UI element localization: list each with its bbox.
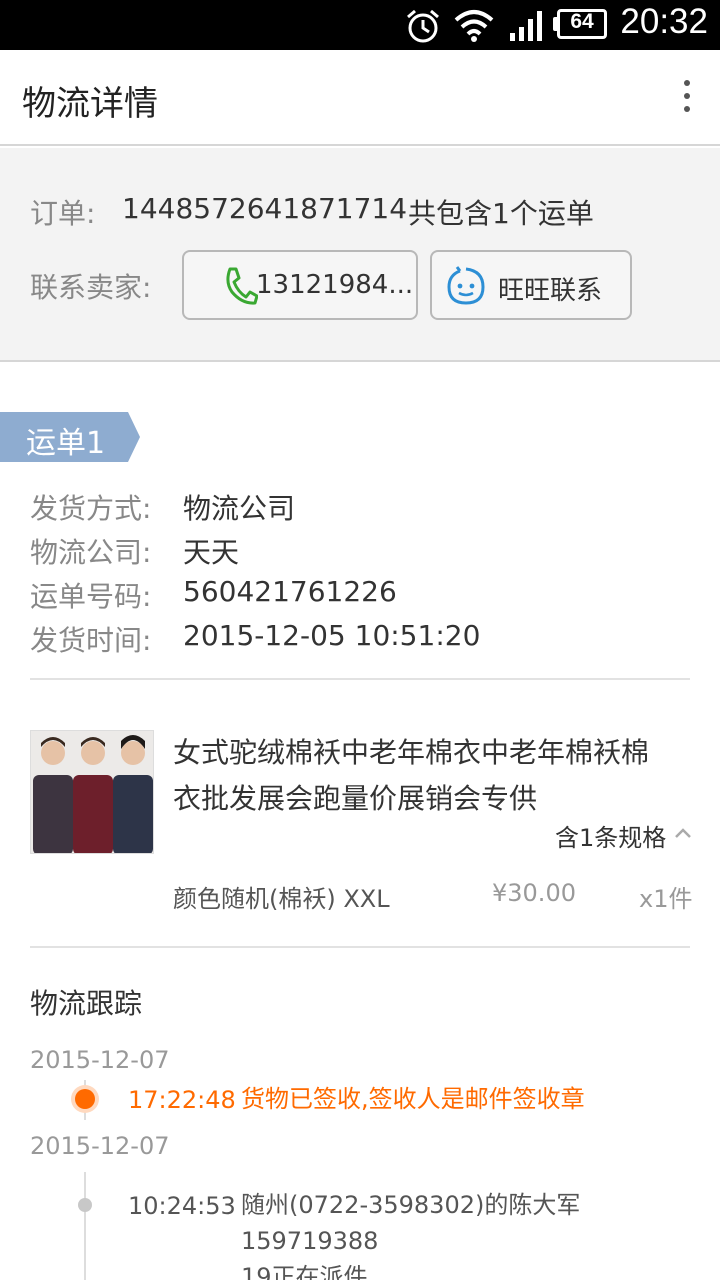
event-text-line1: 随州(0722-3598302)的陈大军159719388 [241, 1191, 581, 1255]
product-name[interactable]: 女式驼绒棉袄中老年棉衣中老年棉袄棉 衣批发展会跑量价展销会专供 [173, 730, 693, 822]
event-date: 2015-12-07 [30, 1132, 170, 1160]
shipping-method-label: 发货方式: [30, 492, 152, 525]
timeline-dot-active [75, 1089, 95, 1109]
tracking-title: 物流跟踪 [30, 987, 143, 1020]
chevron-up-icon[interactable] [674, 826, 692, 840]
phone-icon [226, 267, 258, 305]
status-bar: 64 20:32 [0, 0, 720, 50]
waybill-number-label: 运单号码: [30, 580, 152, 613]
divider [30, 946, 690, 948]
waybill-tag-label: 运单1 [26, 426, 106, 461]
event-text: 货物已签收,签收人是邮件签收章 [241, 1085, 585, 1113]
battery-level: 64 [570, 10, 594, 33]
waybill-number-value: 560421761226 [183, 575, 397, 608]
sku-quantity: x1件 [639, 885, 693, 913]
logistics-company-value: 天天 [183, 536, 240, 569]
alarm-clock-icon [407, 9, 439, 43]
app-header: 物流详情 [0, 50, 720, 146]
sku-price: ¥30.00 [492, 879, 576, 907]
order-label: 订单: [30, 197, 96, 230]
event-text: 随州(0722-3598302)的陈大军159719388 19正在派件 [241, 1187, 686, 1280]
more-vertical-icon[interactable] [680, 80, 694, 116]
call-seller-button[interactable]: 13121984... [182, 250, 418, 320]
product-name-line1: 女式驼绒棉袄中老年棉衣中老年棉袄棉 [173, 736, 650, 769]
ship-time-label: 发货时间: [30, 624, 152, 657]
spec-count[interactable]: 含1条规格 [555, 818, 666, 853]
product-photo [31, 731, 153, 853]
sku-spec: 颜色随机(棉袄) XXL [173, 885, 390, 913]
wangwang-label: 旺旺联系 [498, 276, 603, 306]
product-image[interactable] [30, 730, 154, 854]
waybill-count: 共包含1个运单 [408, 197, 594, 230]
wifi-icon [454, 10, 494, 42]
status-time: 20:32 [620, 2, 708, 41]
shipping-method-value: 物流公司 [183, 492, 296, 525]
waybill-tag-label-wrap: 运单1 [0, 412, 140, 462]
wangwang-contact-button[interactable]: 旺旺联系 [430, 250, 632, 320]
contact-seller-label: 联系卖家: [30, 271, 152, 304]
order-number: 1448572641871714 [122, 192, 408, 225]
wangwang-icon [447, 266, 485, 305]
event-time: 17:22:48 [128, 1086, 236, 1114]
divider [30, 678, 690, 680]
product-name-line2: 衣批发展会跑量价展销会专供 [173, 782, 538, 815]
battery-icon: 64 [557, 9, 607, 39]
timeline-line [84, 1172, 86, 1280]
order-summary: 订单: 1448572641871714 共包含1个运单 联系卖家: 13121… [0, 148, 720, 362]
event-text-line2: 19正在派件 [241, 1263, 368, 1280]
logistics-company-label: 物流公司: [30, 536, 152, 569]
event-date: 2015-12-07 [30, 1046, 170, 1074]
event-time: 10:24:53 [128, 1192, 236, 1220]
phone-number: 13121984... [256, 270, 414, 300]
ship-time-value: 2015-12-05 10:51:20 [183, 619, 481, 652]
signal-icon [510, 11, 542, 41]
timeline-dot [78, 1198, 92, 1212]
page-title: 物流详情 [22, 84, 158, 124]
